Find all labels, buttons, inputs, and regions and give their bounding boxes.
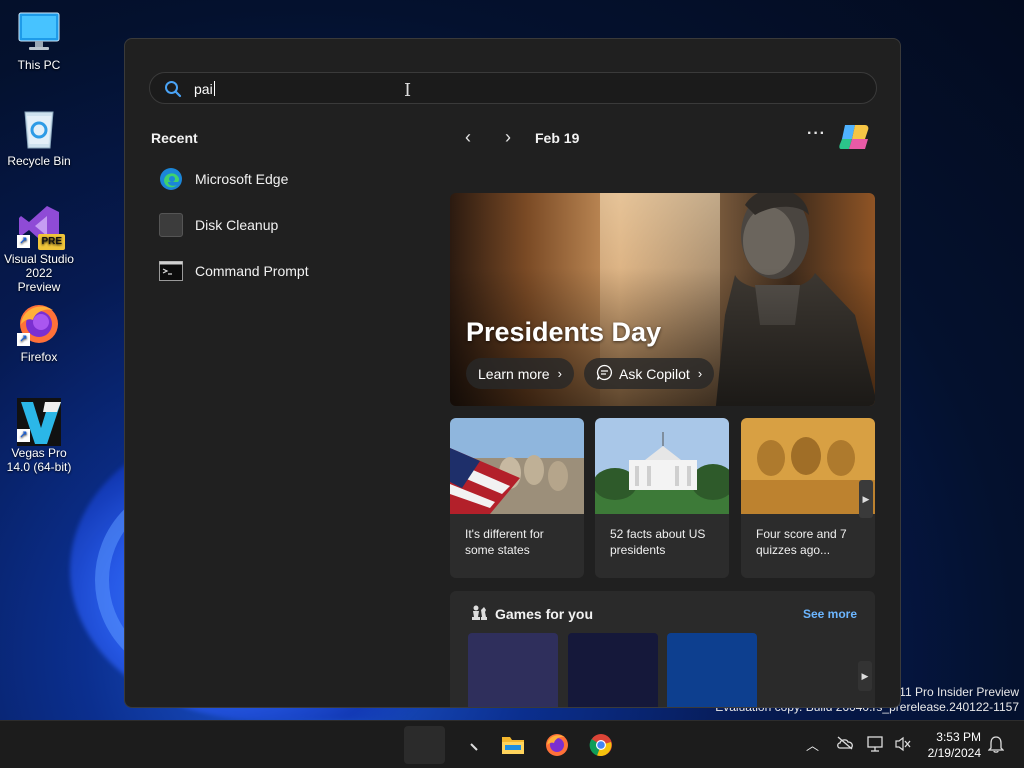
notification-bell-icon[interactable] <box>987 735 1005 756</box>
previous-day-button[interactable]: ‹ <box>458 128 478 148</box>
games-scroll-right-button[interactable]: ▶ <box>858 661 872 691</box>
recent-item-label: Microsoft Edge <box>195 171 289 187</box>
preview-badge: PRE <box>38 234 65 250</box>
desktop-icon-label: Visual Studio 2022 Preview <box>4 252 74 294</box>
games-section: Games for you See more ▶ <box>450 591 875 707</box>
desktop-icon-this-pc[interactable]: This PC <box>4 10 74 72</box>
vegas-pro-icon: ↗ <box>17 398 65 446</box>
recent-item-label: Disk Cleanup <box>195 217 279 233</box>
card-caption: Four score and 7 quizzes ago... <box>756 527 847 557</box>
ask-copilot-button[interactable]: Ask Copilot › <box>584 358 715 389</box>
firefox-icon: ↗ <box>17 302 61 346</box>
news-card[interactable]: It's different for some states <box>450 418 584 578</box>
desktop-icon-label: Firefox <box>20 350 58 364</box>
hero-card-presidents-day[interactable]: Presidents Day Learn more › Ask Copilot … <box>450 193 875 406</box>
recent-item-command-prompt[interactable]: Command Prompt <box>151 252 411 290</box>
chevron-right-icon: › <box>697 366 703 381</box>
firefox-taskbar-icon[interactable] <box>541 729 573 761</box>
onedrive-offline-icon[interactable] <box>836 736 854 753</box>
see-more-link[interactable]: See more <box>803 607 857 621</box>
game-tile[interactable] <box>667 633 757 707</box>
text-caret <box>213 81 215 96</box>
card-caption: It's different for some states <box>465 527 544 557</box>
more-options-button[interactable]: ··· <box>807 125 826 143</box>
taskbar: ︿ 3:53 PM 2/19/2024 <box>0 720 1024 768</box>
volume-muted-icon[interactable] <box>894 736 912 755</box>
chrome-taskbar-icon[interactable] <box>585 729 617 761</box>
chevron-right-icon: › <box>557 366 562 381</box>
taskbar-clock[interactable]: 3:53 PM 2/19/2024 <box>928 729 981 761</box>
shortcut-arrow-icon: ↗ <box>17 235 30 248</box>
show-hidden-icons-chevron-icon[interactable]: ︿ <box>806 735 819 754</box>
disk-cleanup-icon <box>159 213 183 237</box>
game-tile[interactable] <box>468 633 558 707</box>
cards-scroll-right-button[interactable]: ▶ <box>859 480 873 518</box>
learn-more-button[interactable]: Learn more › <box>466 358 574 389</box>
file-explorer-icon[interactable] <box>497 729 529 761</box>
search-taskbar-icon[interactable] <box>458 729 490 761</box>
clock-time: 3:53 PM <box>936 730 981 744</box>
news-card[interactable]: 52 facts about US presidents <box>595 418 729 578</box>
desktop-icon-firefox[interactable]: ↗ Firefox <box>4 302 74 364</box>
desktop-icon-recycle-bin[interactable]: Recycle Bin <box>4 106 74 168</box>
learn-more-label: Learn more <box>478 365 550 382</box>
search-icon <box>164 80 182 98</box>
card-image-mount-rushmore <box>450 418 584 514</box>
hero-title: Presidents Day <box>466 317 662 347</box>
desktop-icon-label: Recycle Bin <box>7 154 71 168</box>
start-menu: pai I Recent Microsoft Edge Disk Cleanup… <box>124 38 901 708</box>
card-image-presidents <box>741 418 875 514</box>
copilot-icon[interactable] <box>839 121 871 153</box>
shortcut-arrow-icon: ↗ <box>17 429 30 442</box>
recent-item-label: Command Prompt <box>195 263 309 279</box>
desktop-icon-visual-studio[interactable]: PRE ↗ Visual Studio 2022 Preview <box>4 204 74 294</box>
visual-studio-icon: PRE ↗ <box>17 204 65 250</box>
card-caption: 52 facts about US presidents <box>610 527 706 557</box>
recent-heading: Recent <box>151 130 198 146</box>
desktop-icon-vegas-pro[interactable]: ↗ Vegas Pro 14.0 (64-bit) <box>4 398 74 474</box>
desktop-icon-label: Vegas Pro 14.0 (64-bit) <box>6 446 72 474</box>
search-input[interactable]: pai <box>194 81 215 97</box>
desktop-icon-label: This PC <box>17 58 61 72</box>
network-icon[interactable] <box>867 736 885 755</box>
recycle-bin-icon <box>17 106 61 150</box>
monitor-icon <box>17 10 61 54</box>
chess-piece-icon <box>470 604 488 622</box>
shortcut-arrow-icon: ↗ <box>17 333 30 346</box>
chat-bubble-icon <box>596 364 613 384</box>
game-tile[interactable] <box>568 633 658 707</box>
mouse-ibeam-cursor: I <box>404 80 412 101</box>
search-box[interactable]: pai I <box>149 72 877 104</box>
feed-date: Feb 19 <box>535 130 580 146</box>
recent-item-disk-cleanup[interactable]: Disk Cleanup <box>151 206 411 244</box>
clock-date: 2/19/2024 <box>927 746 981 760</box>
start-button[interactable] <box>404 726 445 764</box>
next-day-button[interactable]: › <box>498 128 518 148</box>
command-prompt-icon <box>159 259 183 283</box>
recent-item-microsoft-edge[interactable]: Microsoft Edge <box>151 160 411 198</box>
card-image-white-house <box>595 418 729 514</box>
edge-icon <box>159 167 183 191</box>
games-heading: Games for you <box>495 606 594 622</box>
ask-copilot-label: Ask Copilot <box>619 365 690 382</box>
news-card[interactable]: Four score and 7 quizzes ago... <box>741 418 875 578</box>
